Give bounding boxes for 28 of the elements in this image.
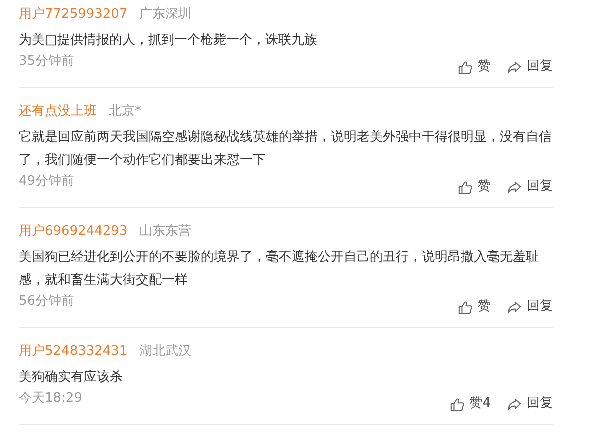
like-button[interactable]: 赞4 <box>450 394 491 414</box>
reply-arrow-icon <box>507 180 522 194</box>
comment-text: 为美□提供情报的人，抓到一个枪毙一个，诛联九族 <box>19 32 318 50</box>
location-label: 北京* <box>109 103 142 121</box>
comment-text: 它就是回应前两天我国隔空感谢隐秘战线英雄的举措，说明老美外强中干得很明显，没有自信了，我们随便一个动作它们都要出来怼一下 <box>19 129 553 170</box>
timestamp: 35分钟前 <box>19 53 75 71</box>
thumbs-up-icon <box>450 396 465 412</box>
location-label: 湖北武汉 <box>140 343 192 361</box>
reply-arrow-icon <box>507 396 522 412</box>
reply-button[interactable]: 回复 <box>507 394 553 414</box>
reply-button[interactable]: 回复 <box>507 177 553 197</box>
like-button[interactable]: 赞 <box>458 57 491 77</box>
reply-button[interactable]: 回复 <box>507 57 553 77</box>
location-label: 广东深圳 <box>140 6 192 24</box>
reply-button[interactable]: 回复 <box>507 297 553 317</box>
like-button[interactable]: 赞 <box>458 297 491 317</box>
timestamp: 49分钟前 <box>19 173 75 191</box>
thumbs-up-icon <box>458 180 473 194</box>
timestamp: 今天18:29 <box>19 390 82 408</box>
comment-text: 美狗确实有应该杀 <box>19 369 124 387</box>
timestamp: 56分钟前 <box>19 293 75 311</box>
reply-arrow-icon <box>507 60 522 74</box>
reply-arrow-icon <box>507 300 522 314</box>
thumbs-up-icon <box>458 300 473 314</box>
thumbs-up-icon <box>458 60 473 74</box>
location-label: 山东东营 <box>140 223 192 241</box>
comment-text: 美国狗已经进化到公开的不要脸的境界了，毫不遮掩公开自己的丑行，说明昂撒入毫无羞耻感，就和畜生满大街交配一样 <box>19 249 540 290</box>
like-button[interactable]: 赞 <box>458 177 491 197</box>
